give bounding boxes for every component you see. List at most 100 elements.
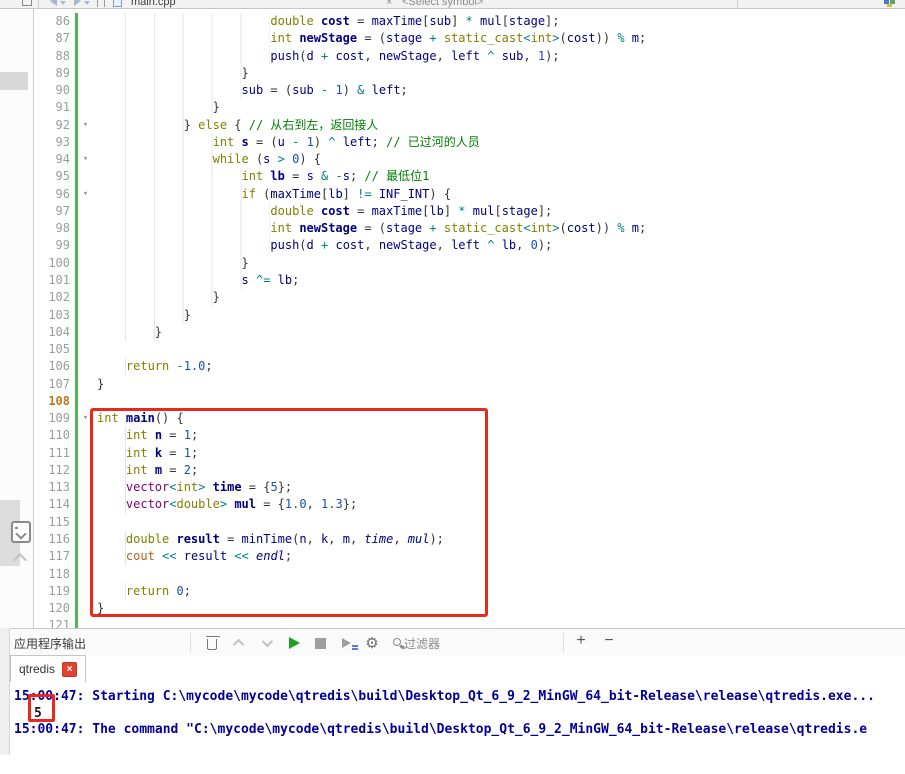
fold-column <box>78 600 93 617</box>
code-line[interactable]: 118 <box>34 565 905 583</box>
code-line[interactable]: 99 push(d + cost, newStage, left ^ lb, 0)… <box>34 237 905 255</box>
fold-column <box>78 203 93 220</box>
code-text: int newStage = (stage + static_cast<int>… <box>93 220 646 238</box>
code-line[interactable]: 88 push(d + cost, newStage, left ^ sub, 1… <box>34 47 905 65</box>
code-line[interactable]: 96 ▾ if (maxTime[lb] != INF_INT) { <box>34 185 905 203</box>
line-number: 102 <box>48 290 70 305</box>
line-number: 91 <box>55 100 70 115</box>
code-lines: 86 double cost = maxTime[sub] * mul[stage… <box>34 9 905 628</box>
code-text: int m = 2; <box>93 461 198 480</box>
code-text: return -1.0; <box>93 358 213 376</box>
code-line[interactable]: 103} <box>34 306 905 324</box>
toolbar-divider <box>563 633 564 652</box>
collapse-panel-icon[interactable] <box>11 521 31 543</box>
code-line[interactable]: 112 int m = 2; <box>34 461 905 480</box>
clear-output-button[interactable] <box>202 633 222 653</box>
fold-marker-icon[interactable]: ▾ <box>78 117 93 134</box>
code-text: cout << result << endl; <box>93 548 292 566</box>
output-text-area[interactable]: 15:00:47: Starting C:\mycode\mycode\qtre… <box>0 682 905 739</box>
maximize-panel-button[interactable]: + <box>572 632 590 650</box>
code-line[interactable]: 107} <box>34 375 905 393</box>
line-number: 108 <box>48 393 70 408</box>
run-button[interactable] <box>284 633 304 653</box>
play-icon <box>288 637 300 649</box>
back-dropdown-icon[interactable] <box>60 1 66 5</box>
file-tab-label[interactable]: main.cpp <box>131 0 176 8</box>
code-line[interactable]: 111 int k = 1; <box>34 444 905 462</box>
minimize-panel-button[interactable]: − <box>600 632 618 650</box>
fold-column <box>78 220 93 237</box>
filter-label[interactable]: 过滤器 <box>404 635 440 652</box>
fold-column <box>78 324 93 341</box>
forward-icon[interactable] <box>74 0 81 6</box>
code-line[interactable]: 86 double cost = maxTime[sub] * mul[stage… <box>34 13 905 31</box>
stop-button[interactable] <box>310 633 330 653</box>
code-line[interactable]: 114 vector<double> mul = {1.0, 1.3}; <box>34 496 905 514</box>
code-line[interactable]: 106 return -1.0; <box>34 358 905 376</box>
symbol-selector[interactable]: <Select symbol> <box>402 0 483 8</box>
output-status-line: 15:00:47: The command "C:\mycode\mycode\… <box>14 722 868 737</box>
code-line[interactable]: 110 int n = 1; <box>34 427 905 445</box>
previous-item-button[interactable] <box>230 633 250 653</box>
code-line[interactable]: 113 vector<int> time = {5}; <box>34 479 905 497</box>
code-line[interactable]: 93 int s = (u - 1) ^ left; // 已过河的人员 <box>34 133 905 152</box>
tab-close-icon[interactable]: × <box>62 661 78 677</box>
code-line[interactable]: 101 s ^= lb; <box>34 271 905 290</box>
toolbar-divider <box>737 0 738 8</box>
code-line[interactable]: 98 int newStage = (stage + static_cast<in… <box>34 220 905 238</box>
code-line[interactable]: 100} <box>34 254 905 272</box>
code-text: } else { // 从右到左，返回接人 <box>93 116 378 134</box>
code-line[interactable]: 109 ▾ int main() { <box>34 410 905 428</box>
code-line[interactable]: 104} <box>34 323 905 342</box>
close-icon[interactable]: × <box>386 0 392 8</box>
code-line[interactable]: 105 <box>34 341 905 359</box>
code-line[interactable]: 94 ▾ while (s > 0) { <box>34 151 905 169</box>
code-line[interactable]: 117 cout << result << endl; <box>34 548 905 566</box>
code-text: } <box>93 306 191 324</box>
code-text: s ^= lb; <box>93 271 299 290</box>
panel-left-rail <box>0 628 10 755</box>
code-line[interactable]: 90 sub = (sub - 1) & left; <box>34 82 905 100</box>
chevron-up-icon <box>232 638 245 651</box>
fold-marker-icon[interactable]: ▾ <box>78 410 93 427</box>
code-line[interactable]: 97 double cost = maxTime[lb] * mul[stage]… <box>34 202 905 221</box>
code-line[interactable]: 91} <box>34 99 905 117</box>
line-number: 118 <box>48 566 70 581</box>
fold-column <box>78 583 93 600</box>
code-line[interactable]: 108 <box>34 392 905 411</box>
fold-marker-icon[interactable]: ▾ <box>78 151 93 168</box>
attach-output-button[interactable] <box>336 633 358 653</box>
code-editor[interactable]: 86 double cost = maxTime[sub] * mul[stage… <box>34 9 905 628</box>
code-line[interactable]: 116 double result = minTime(n, k, m, time… <box>34 530 905 549</box>
code-line[interactable]: 120} <box>34 600 905 618</box>
code-line[interactable]: 119 return 0; <box>34 582 905 601</box>
line-number: 100 <box>48 255 70 270</box>
settings-button[interactable]: ⚙ <box>362 633 382 653</box>
bookmark-icon[interactable] <box>97 0 105 7</box>
code-line[interactable]: 121 <box>34 617 905 628</box>
line-number: 99 <box>55 238 70 253</box>
code-line[interactable]: 102} <box>34 289 905 307</box>
stop-icon <box>314 637 326 649</box>
code-line[interactable]: 95 int lb = s & -s; // 最低位1 <box>34 168 905 186</box>
next-item-button[interactable] <box>256 633 276 653</box>
code-text: } <box>97 376 105 391</box>
code-line[interactable]: 92 ▾} else { // 从右到左，返回接人 <box>34 116 905 134</box>
code-line[interactable]: 87 int newStage = (stage + static_cast<in… <box>34 30 905 48</box>
line-number: 93 <box>55 134 70 149</box>
split-editor-icon[interactable] <box>22 0 32 6</box>
fold-marker-icon[interactable]: ▾ <box>78 186 93 203</box>
editor-menu-icon[interactable] <box>887 4 892 7</box>
fold-column <box>78 99 93 116</box>
back-icon[interactable] <box>50 0 57 6</box>
code-line[interactable]: 115 <box>34 513 905 531</box>
code-line[interactable]: 89} <box>34 64 905 83</box>
output-toolbar: 应用程序输出 ⚙ 过滤器 + − <box>0 628 905 655</box>
sidebar-scrollbar-handle[interactable] <box>0 72 28 90</box>
line-number: 96 <box>55 186 70 201</box>
line-number: 88 <box>55 48 70 63</box>
tab-qtredis[interactable]: qtredis × <box>10 655 87 682</box>
code-text: int n = 1; <box>93 427 198 445</box>
forward-dropdown-icon[interactable] <box>84 1 90 5</box>
